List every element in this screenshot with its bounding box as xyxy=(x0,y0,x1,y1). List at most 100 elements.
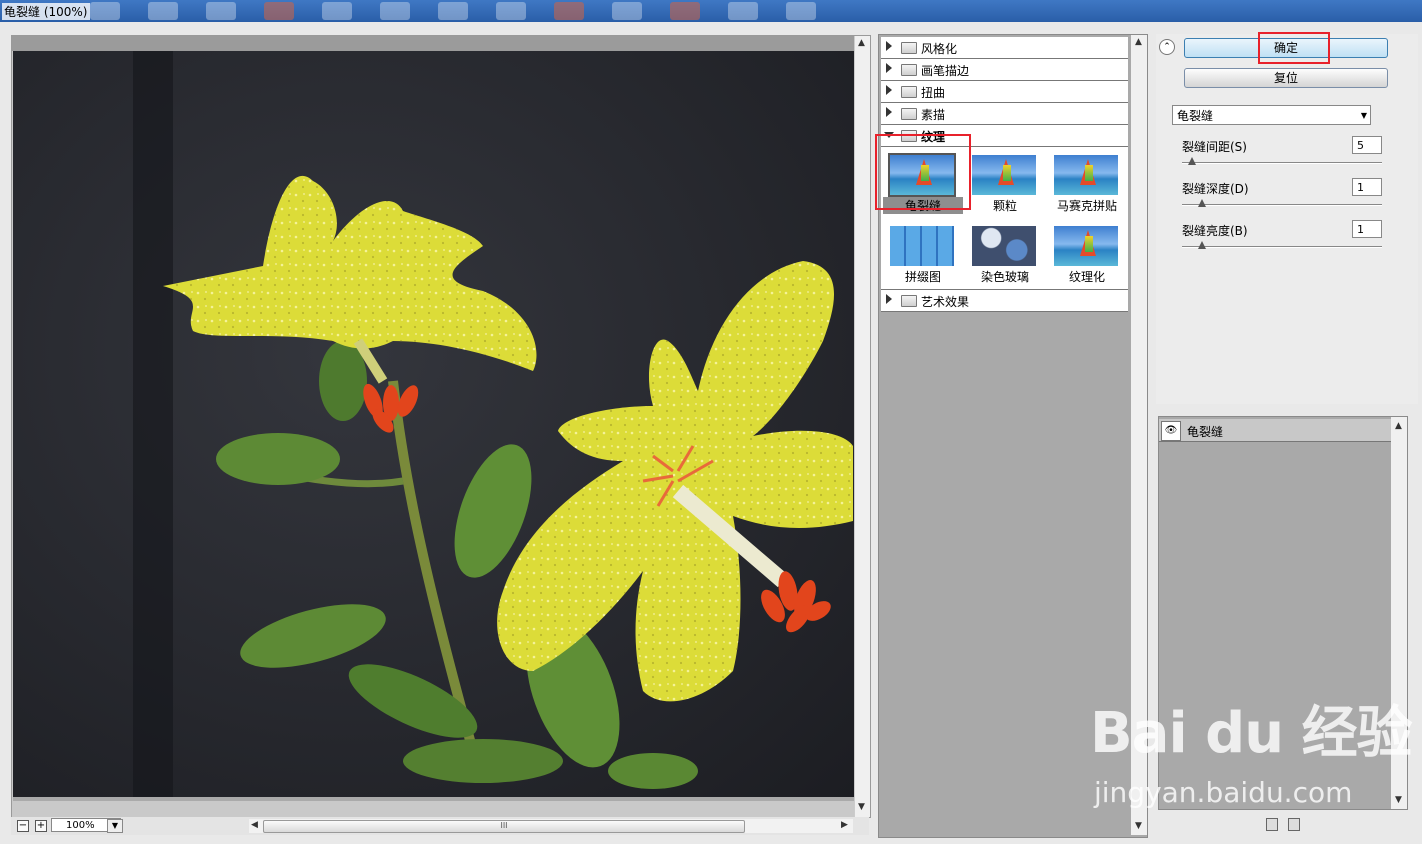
flower-illustration xyxy=(133,51,853,801)
crack-spacing-input[interactable]: 5 xyxy=(1352,136,1382,154)
taskbar-icon[interactable] xyxy=(612,2,642,20)
category-label: 素描 xyxy=(921,108,946,122)
taskbar-icon[interactable] xyxy=(496,2,526,20)
scroll-up-icon[interactable]: ▲ xyxy=(1395,421,1402,431)
expand-triangle-icon[interactable] xyxy=(886,107,892,117)
category-artistic[interactable]: 艺术效果 xyxy=(881,290,1128,312)
preview-bottom-strip xyxy=(13,797,854,801)
expand-triangle-icon[interactable] xyxy=(886,41,892,51)
scroll-thumb[interactable]: III xyxy=(263,820,745,833)
crack-depth-input[interactable]: 1 xyxy=(1352,178,1382,196)
taskbar-icon[interactable] xyxy=(554,2,584,20)
filter-thumb-label: 马赛克拼贴 xyxy=(1056,199,1117,213)
thumbnail-image xyxy=(972,226,1036,266)
folder-icon xyxy=(901,86,917,98)
category-label: 画笔描边 xyxy=(921,64,970,78)
param-crack-brightness: 裂缝亮度(B) 1 xyxy=(1182,220,1382,262)
reset-button[interactable]: 复位 xyxy=(1184,68,1388,88)
zoom-dropdown-icon[interactable]: ▼ xyxy=(107,819,123,833)
new-effect-layer-icon[interactable] xyxy=(1266,818,1278,831)
taskbar-icon[interactable] xyxy=(728,2,758,20)
category-brush-strokes[interactable]: 画笔描边 xyxy=(881,59,1128,81)
taskbar-icon[interactable] xyxy=(206,2,236,20)
filter-thumb-label: 拼缀图 xyxy=(904,270,941,284)
param-crack-depth: 裂缝深度(D) 1 xyxy=(1182,178,1382,220)
thumbnail-image xyxy=(972,155,1036,195)
taskbar-icon[interactable] xyxy=(148,2,178,20)
watermark-url: jingyan.baidu.com xyxy=(1094,776,1353,809)
category-distort[interactable]: 扭曲 xyxy=(881,81,1128,103)
zoom-out-button[interactable]: − xyxy=(17,820,29,832)
slider-track[interactable] xyxy=(1182,246,1382,248)
scroll-right-icon[interactable]: ▶ xyxy=(841,820,848,830)
highlight-box-ok-button xyxy=(1258,32,1330,64)
category-label: 扭曲 xyxy=(921,86,946,100)
filter-thumb-grain[interactable]: 颗粒 xyxy=(965,151,1045,219)
expand-triangle-icon[interactable] xyxy=(886,294,892,304)
thumbnail-image xyxy=(1054,226,1118,266)
scroll-left-icon[interactable]: ◀ xyxy=(251,820,258,830)
taskbar-icon[interactable] xyxy=(322,2,352,20)
expand-triangle-icon[interactable] xyxy=(886,85,892,95)
effect-layer-row[interactable]: 👁 龟裂缝 xyxy=(1159,419,1391,442)
filter-thumb-label: 纹理化 xyxy=(1068,270,1105,284)
chevron-down-icon: ▼ xyxy=(1360,111,1367,120)
eye-icon[interactable]: 👁 xyxy=(1161,421,1181,441)
filter-thumb-stained-glass[interactable]: 染色玻璃 xyxy=(965,222,1045,290)
param-label: 裂缝亮度(B) xyxy=(1182,224,1248,238)
taskbar-icon[interactable] xyxy=(90,2,120,20)
zoom-in-button[interactable]: + xyxy=(35,820,47,832)
preview-vertical-scrollbar[interactable]: ▲ ▼ xyxy=(854,36,870,817)
preview-top-strip xyxy=(12,36,854,51)
category-stylize[interactable]: 风格化 xyxy=(881,37,1128,59)
taskbar-icon[interactable] xyxy=(670,2,700,20)
preview-horizontal-scrollbar[interactable]: ◀ III ▶ xyxy=(249,819,853,833)
slider-track[interactable] xyxy=(1182,162,1382,164)
preview-image[interactable] xyxy=(13,51,854,801)
taskbar-icon[interactable] xyxy=(264,2,294,20)
thumbnail-image xyxy=(890,226,954,266)
expand-triangle-icon[interactable] xyxy=(886,63,892,73)
filter-thumb-label: 染色玻璃 xyxy=(980,270,1029,284)
scroll-down-icon[interactable]: ▼ xyxy=(1135,821,1142,831)
category-label: 风格化 xyxy=(921,42,958,56)
trash-icon[interactable] xyxy=(1288,818,1300,831)
highlight-box-selected-filter xyxy=(875,134,971,210)
taskbar-icon[interactable] xyxy=(380,2,410,20)
taskbar-icons xyxy=(90,2,816,20)
crack-brightness-input[interactable]: 1 xyxy=(1352,220,1382,238)
folder-icon xyxy=(901,108,917,120)
folder-icon xyxy=(901,64,917,76)
taskbar-icon[interactable] xyxy=(438,2,468,20)
param-label: 裂缝深度(D) xyxy=(1182,182,1249,196)
watermark: Bai du 经验 jingyan.baidu.com xyxy=(1090,688,1420,818)
filter-thumb-mosaic-tiles[interactable]: 马赛克拼贴 xyxy=(1047,151,1127,219)
filter-thumb-label: 颗粒 xyxy=(992,199,1017,213)
slider-knob[interactable] xyxy=(1188,157,1196,165)
category-label: 艺术效果 xyxy=(921,295,970,309)
slider-track[interactable] xyxy=(1182,204,1382,206)
filter-thumb-texturizer[interactable]: 纹理化 xyxy=(1047,222,1127,290)
folder-icon xyxy=(901,295,917,307)
taskbar-icon[interactable] xyxy=(786,2,816,20)
param-label: 裂缝间距(S) xyxy=(1182,140,1247,154)
filter-thumb-patchwork[interactable]: 拼缀图 xyxy=(883,222,963,290)
param-crack-spacing: 裂缝间距(S) 5 xyxy=(1182,136,1382,178)
category-sketch[interactable]: 素描 xyxy=(881,103,1128,125)
watermark-brand: Bai du 经验 xyxy=(1090,701,1413,766)
scroll-up-icon[interactable]: ▲ xyxy=(858,38,865,48)
window-title: 龟裂缝 (100%) xyxy=(2,3,90,20)
thumbnail-image xyxy=(1054,155,1118,195)
slider-knob[interactable] xyxy=(1198,241,1206,249)
preview-status-bar: − + 100% ▼ ◀ III ▶ xyxy=(11,817,869,835)
filter-select-value: 龟裂缝 xyxy=(1177,109,1214,123)
title-bar: 龟裂缝 (100%) xyxy=(0,0,1422,22)
scroll-down-icon[interactable]: ▼ xyxy=(858,802,865,812)
filter-select[interactable]: 龟裂缝 ▼ xyxy=(1172,105,1371,125)
preview-panel: ▲ ▼ xyxy=(11,35,871,818)
filter-settings-panel: ⌃ 确定 复位 龟裂缝 ▼ 裂缝间距(S) 5 裂缝深度(D) 1 裂缝亮度(B… xyxy=(1156,34,1418,404)
scroll-up-icon[interactable]: ▲ xyxy=(1135,37,1142,47)
slider-knob[interactable] xyxy=(1198,199,1206,207)
effect-layer-label: 龟裂缝 xyxy=(1187,425,1224,439)
collapse-gallery-icon[interactable]: ⌃ xyxy=(1159,39,1175,55)
